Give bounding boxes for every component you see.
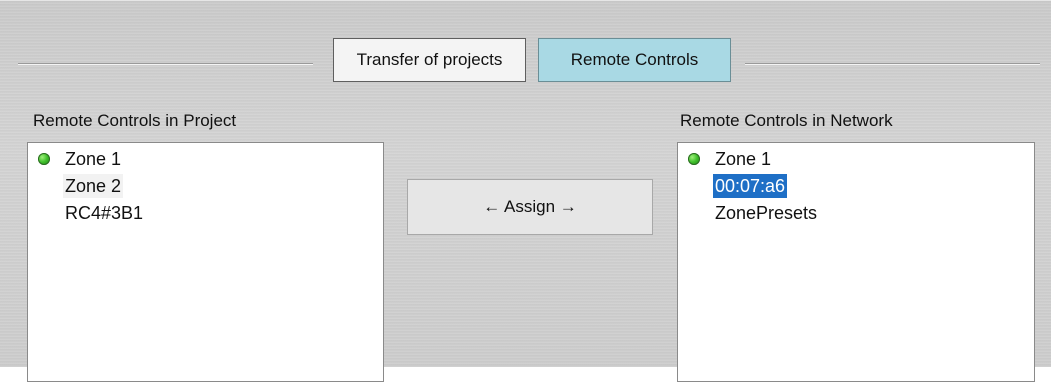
list-item-label: Zone 1 xyxy=(715,149,772,169)
project-list-title: Remote Controls in Project xyxy=(33,111,237,130)
network-list-item-mac[interactable]: 00:07:a6 xyxy=(678,173,1034,200)
tab-transfer-of-projects[interactable]: Transfer of projects xyxy=(333,38,526,82)
network-list-item-zone-1[interactable]: Zone 1 xyxy=(678,146,1034,173)
tab-remote-label: Remote Controls xyxy=(570,50,699,69)
tab-transfer-label: Transfer of projects xyxy=(356,50,503,69)
remote-controls-window: Transfer of projects Remote Controls Rem… xyxy=(0,0,1051,382)
tab-remote-controls[interactable]: Remote Controls xyxy=(538,38,731,82)
project-list-item-rc4[interactable]: RC4#3B1 xyxy=(28,200,383,227)
online-status-icon xyxy=(688,153,700,165)
assign-button[interactable]: ← Assign → xyxy=(407,179,653,235)
assign-button-label: ← Assign → xyxy=(483,197,577,216)
list-item-label: ZonePresets xyxy=(715,203,818,223)
tab-divider-left xyxy=(18,63,313,65)
network-list-title: Remote Controls in Network xyxy=(680,111,893,130)
tab-divider-right xyxy=(745,63,1040,65)
list-item-label: Zone 2 xyxy=(63,174,124,198)
network-remote-list[interactable]: Zone 1 00:07:a6 ZonePresets xyxy=(677,142,1035,382)
network-list-item-zonepresets[interactable]: ZonePresets xyxy=(678,200,1034,227)
project-remote-list[interactable]: Zone 1 Zone 2 RC4#3B1 xyxy=(27,142,384,382)
project-list-item-zone-2[interactable]: Zone 2 xyxy=(28,173,383,200)
list-item-label: Zone 1 xyxy=(65,149,122,169)
list-item-label: 00:07:a6 xyxy=(713,174,788,198)
project-list-item-zone-1[interactable]: Zone 1 xyxy=(28,146,383,173)
list-item-label: RC4#3B1 xyxy=(65,203,144,223)
online-status-icon xyxy=(38,153,50,165)
